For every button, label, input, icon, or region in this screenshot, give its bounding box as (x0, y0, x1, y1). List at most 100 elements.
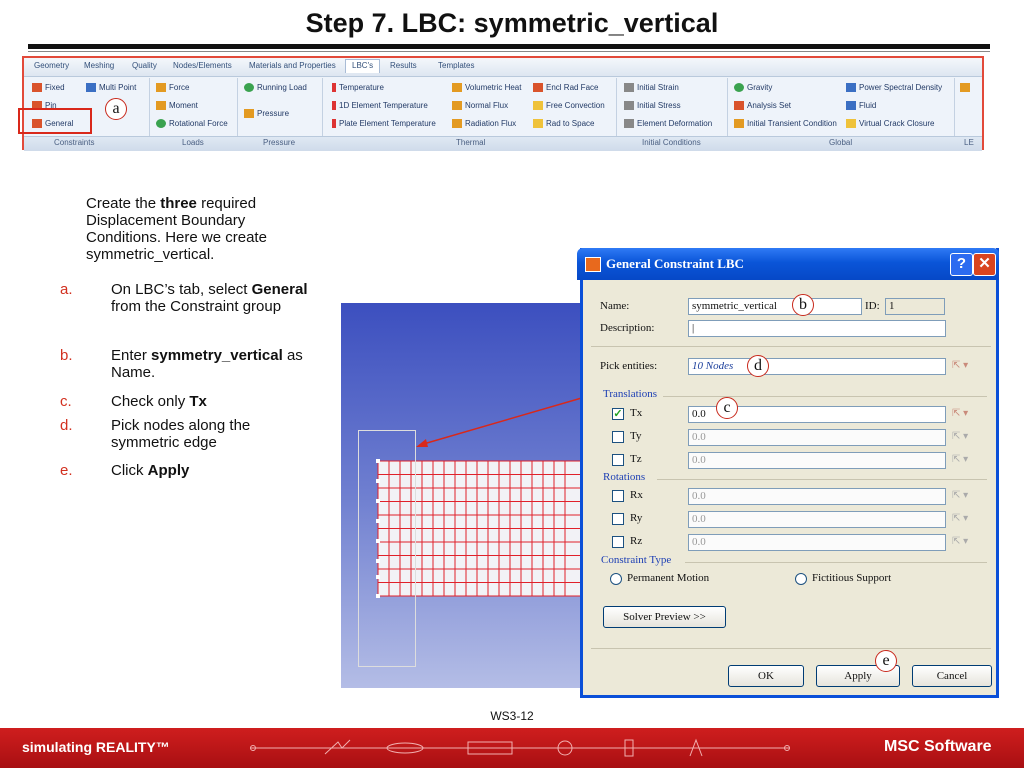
fictitious-support-radio[interactable] (795, 573, 807, 585)
tab-geometry[interactable]: Geometry (34, 61, 69, 70)
rz-label: Rz (630, 535, 643, 547)
virtual-crack-closure-icon (846, 119, 856, 128)
ry-checkbox[interactable] (612, 513, 624, 525)
divider (591, 346, 991, 347)
fluid-icon (846, 101, 856, 110)
lbc-ribbon: Geometry Meshing Quality Nodes/Elements … (22, 56, 984, 151)
group-separator (322, 78, 323, 136)
slide-number: WS3-12 (490, 709, 534, 723)
initial-stress-icon (624, 101, 634, 110)
rz-value[interactable]: 0.0 (688, 534, 946, 551)
tab-lbcs[interactable]: LBC's (345, 59, 381, 73)
callout-d: d (747, 355, 769, 377)
thermal-1d-element-temperature[interactable]: 1D Element Temperature (332, 101, 428, 110)
callout-e: e (875, 650, 897, 672)
load-rotational-force[interactable]: Rotational Force (156, 119, 228, 128)
pick-entities-field[interactable]: 10 Nodes (688, 358, 946, 375)
thermal-normal-flux[interactable]: Normal Flux (452, 101, 508, 110)
global-power-spectral-density[interactable]: Power Spectral Density (846, 83, 942, 92)
thermal-radiation-flux[interactable]: Radiation Flux (452, 119, 516, 128)
load-moment[interactable]: Moment (156, 101, 198, 110)
initial-strain[interactable]: Initial Strain (624, 83, 679, 92)
tab-results[interactable]: Results (390, 61, 417, 70)
initial-stress[interactable]: Initial Stress (624, 101, 681, 110)
name-field[interactable]: symmetric_vertical (688, 298, 862, 315)
thermal-temperature[interactable]: Temperature (332, 83, 384, 92)
fixed-icon (32, 83, 42, 92)
tx-pick-icon[interactable]: ⇱ ▾ (952, 408, 968, 419)
callout-c: c (716, 397, 738, 419)
pressure-pressure[interactable]: Pressure (244, 109, 289, 118)
help-icon[interactable]: ? (950, 253, 973, 276)
group-separator (616, 78, 617, 136)
group-separator (237, 78, 238, 136)
solver-preview-button[interactable]: Solver Preview >> (603, 606, 726, 628)
thermometer-icon (332, 119, 336, 128)
title-underline (28, 44, 990, 49)
tab-quality[interactable]: Quality (132, 61, 157, 70)
thermometer-icon (332, 83, 336, 92)
initial-strain-icon (624, 83, 634, 92)
thermal-rad-to-space[interactable]: Rad to Space (533, 119, 594, 128)
ty-pick-icon[interactable]: ⇱ ▾ (952, 431, 968, 442)
app-icon (585, 257, 601, 272)
global-analysis-set[interactable]: Analysis Set (734, 101, 791, 110)
tz-pick-icon[interactable]: ⇱ ▾ (952, 454, 968, 465)
callout-a: a (105, 98, 127, 120)
initial-transient-icon (734, 119, 744, 128)
rx-pick-icon[interactable]: ⇱ ▾ (952, 490, 968, 501)
pressure-running-load[interactable]: Running Load (244, 83, 307, 92)
tab-meshing[interactable]: Meshing (84, 61, 114, 70)
id-field: 1 (885, 298, 945, 315)
group-label-loads: Loads (182, 138, 204, 147)
ty-value[interactable]: 0.0 (688, 429, 946, 446)
title-underline-thin (28, 51, 990, 52)
tz-checkbox[interactable] (612, 454, 624, 466)
load-force[interactable]: Force (156, 83, 189, 92)
constraint-multi-point[interactable]: Multi Point (86, 83, 136, 92)
divider (591, 648, 991, 649)
ty-checkbox[interactable] (612, 431, 624, 443)
thermal-plate-element-temperature[interactable]: Plate Element Temperature (332, 119, 436, 128)
thermal-volumetric-heat[interactable]: Volumetric Heat (452, 83, 521, 92)
global-fluid[interactable]: Fluid (846, 101, 876, 110)
tx-label: Tx (630, 407, 643, 419)
dialog-titlebar[interactable]: General Constraint LBC ? ✕ (577, 248, 999, 280)
permanent-motion-radio[interactable] (610, 573, 622, 585)
dialog-title: General Constraint LBC (606, 256, 744, 271)
tab-nodes-elements[interactable]: Nodes/Elements (173, 61, 232, 70)
ry-pick-icon[interactable]: ⇱ ▾ (952, 513, 968, 524)
close-icon[interactable]: ✕ (973, 253, 996, 276)
global-gravity[interactable]: Gravity (734, 83, 772, 92)
running-load-icon (244, 83, 254, 92)
ok-button[interactable]: OK (728, 665, 804, 687)
global-virtual-crack-closure[interactable]: Virtual Crack Closure (846, 119, 934, 128)
volumetric-heat-icon (452, 83, 462, 92)
thermal-encl-rad-face[interactable]: Encl Rad Face (533, 83, 598, 92)
group-separator (149, 78, 150, 136)
element-deformation-icon (624, 119, 634, 128)
thermal-free-convection[interactable]: Free Convection (533, 101, 605, 110)
global-initial-transient-condition[interactable]: Initial Transient Condition (734, 119, 837, 128)
rz-pick-icon[interactable]: ⇱ ▾ (952, 536, 968, 547)
slide-title: Step 7. LBC: symmetric_vertical (305, 8, 719, 38)
ry-value[interactable]: 0.0 (688, 511, 946, 528)
pick-cursor-icon[interactable]: ⇱ ▾ (952, 360, 968, 371)
constraint-fixed[interactable]: Fixed (32, 83, 65, 92)
cancel-button[interactable]: Cancel (912, 665, 992, 687)
tab-materials-properties[interactable]: Materials and Properties (249, 61, 336, 70)
tz-value[interactable]: 0.0 (688, 452, 946, 469)
element-deformation[interactable]: Element Deformation (624, 119, 712, 128)
rx-value[interactable]: 0.0 (688, 488, 946, 505)
group-label-pressure: Pressure (263, 138, 296, 147)
ribbon-tab-bar: Geometry Meshing Quality Nodes/Elements … (24, 58, 982, 77)
description-field[interactable]: | (688, 320, 946, 337)
tab-templates[interactable]: Templates (438, 61, 474, 70)
rx-checkbox[interactable] (612, 490, 624, 502)
footer-bar: simulating REALITY™ MSC Software (0, 728, 1024, 768)
tx-checkbox[interactable]: ✓ (612, 408, 624, 420)
rz-checkbox[interactable] (612, 536, 624, 548)
ribbon-overflow-icon[interactable] (960, 83, 970, 92)
rotations-line (657, 479, 987, 480)
fictitious-support-label: Fictitious Support (812, 572, 892, 584)
